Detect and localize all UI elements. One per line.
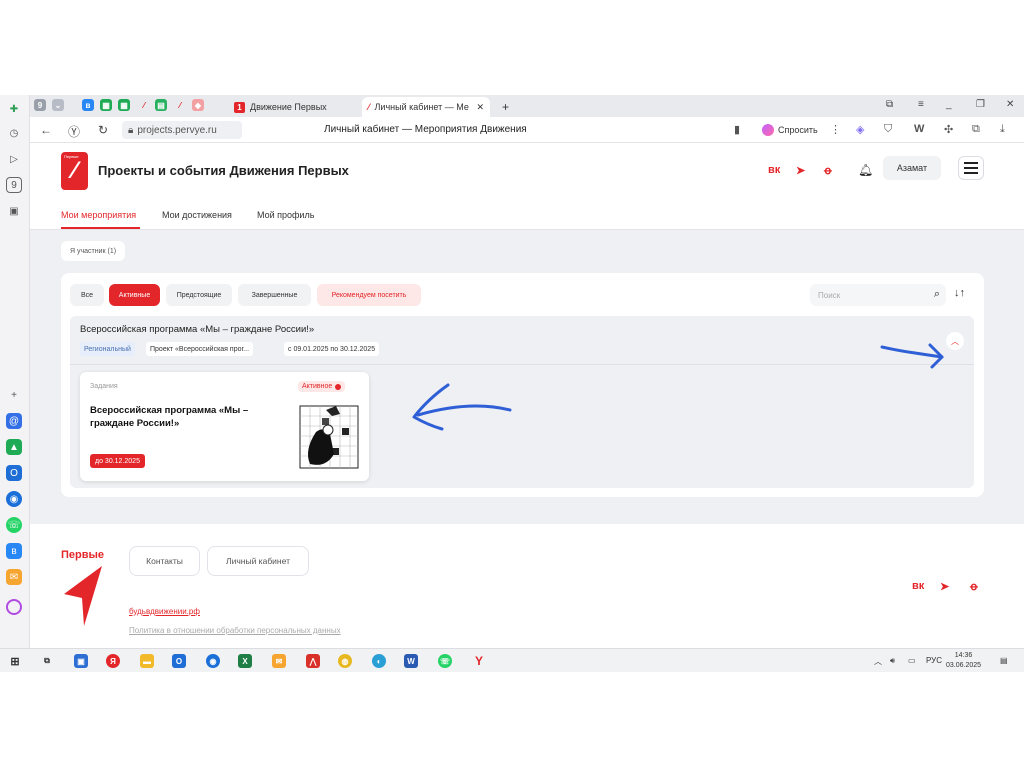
annotation-overlay bbox=[412, 343, 944, 431]
annotation-arrowhead bbox=[412, 383, 450, 431]
screenshot-frame: ✚ ◷ ▷ 9 ▣ + @ ▲ O ◉ ☏ в ✉ 9 ⌄ в ▦ ▦ ⁄ ▤ … bbox=[0, 95, 1024, 672]
annotation-arrow-left bbox=[416, 404, 512, 417]
